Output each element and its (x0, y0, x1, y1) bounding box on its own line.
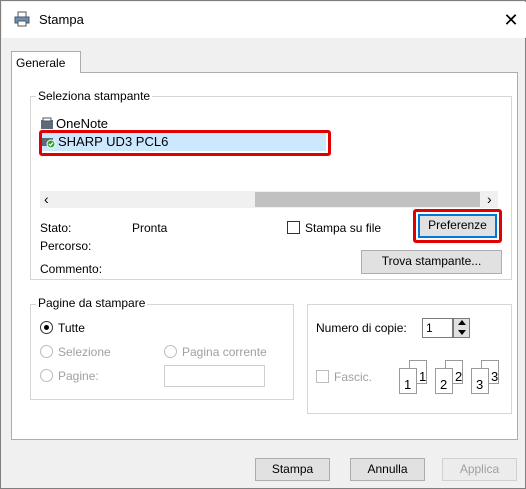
scroll-right-icon[interactable]: › (487, 191, 492, 208)
radio-all[interactable] (40, 321, 53, 334)
page-number: 1 (404, 377, 412, 392)
copies-stepper[interactable] (453, 318, 470, 338)
radio-dot (44, 325, 49, 330)
pages-range-input[interactable] (164, 365, 265, 387)
print-dialog: Stampa ✕ Generale Seleziona stampante On… (0, 0, 526, 489)
path-label: Percorso: (40, 239, 92, 253)
collate-label[interactable]: Fascic. (334, 370, 372, 384)
page-number: 2 (440, 377, 448, 392)
printer-group-title: Seleziona stampante (36, 89, 153, 103)
print-button[interactable]: Stampa (255, 458, 330, 481)
collate-checkbox[interactable] (316, 370, 329, 383)
page-number: 3 (476, 377, 484, 392)
status-label: Stato: (40, 221, 72, 235)
scroll-left-icon[interactable]: ‹ (44, 191, 49, 208)
radio-all-label[interactable]: Tutte (58, 321, 85, 335)
pages-group-title: Pagine da stampare (36, 296, 148, 310)
scroll-thumb[interactable] (255, 192, 480, 207)
collate-set-1: 1 1 (397, 360, 433, 404)
collate-set-3: 3 3 (469, 360, 505, 404)
collate-illustration: 1 1 2 2 3 3 (397, 360, 507, 404)
radio-current-page[interactable] (164, 345, 177, 358)
cancel-button[interactable]: Annulla (350, 458, 425, 481)
tab-panel: Seleziona stampante OneNote SHARP UD3 PC… (11, 72, 518, 440)
apply-button[interactable]: Applica (442, 458, 517, 481)
copies-input[interactable]: 1 (422, 318, 453, 338)
page-number: 2 (455, 369, 463, 384)
printer-list[interactable]: OneNote SHARP UD3 PCL6 ‹ › (38, 113, 501, 211)
comment-label: Commento: (40, 262, 103, 276)
printer-icon (40, 117, 54, 131)
radio-pages[interactable] (40, 369, 53, 382)
radio-selection-label[interactable]: Selezione (58, 345, 111, 359)
page-number: 3 (491, 369, 499, 384)
page-number: 1 (419, 369, 427, 384)
title-bar: Stampa ✕ (2, 2, 526, 38)
printer-icon (14, 11, 30, 27)
find-printer-button[interactable]: Trova stampante... (361, 250, 502, 274)
radio-selection[interactable] (40, 345, 53, 358)
tab-generale[interactable]: Generale (11, 51, 81, 73)
copies-label: Numero di copie: (316, 321, 407, 335)
collate-set-2: 2 2 (433, 360, 469, 404)
print-to-file-checkbox[interactable] (287, 221, 300, 234)
preferences-button[interactable]: Preferenze (418, 214, 497, 238)
radio-pages-label[interactable]: Pagine: (58, 369, 99, 383)
stepper-up-icon[interactable] (458, 320, 466, 325)
status-value: Pronta (132, 221, 168, 235)
stepper-down-icon[interactable] (458, 330, 466, 335)
print-to-file-label[interactable]: Stampa su file (305, 221, 381, 235)
close-icon[interactable]: ✕ (499, 8, 523, 32)
selected-printer-highlight (39, 130, 331, 156)
radio-current-page-label[interactable]: Pagina corrente (182, 345, 267, 359)
window-title: Stampa (39, 12, 84, 27)
copies-value: 1 (426, 321, 433, 335)
horizontal-scrollbar[interactable]: ‹ › (40, 191, 498, 208)
